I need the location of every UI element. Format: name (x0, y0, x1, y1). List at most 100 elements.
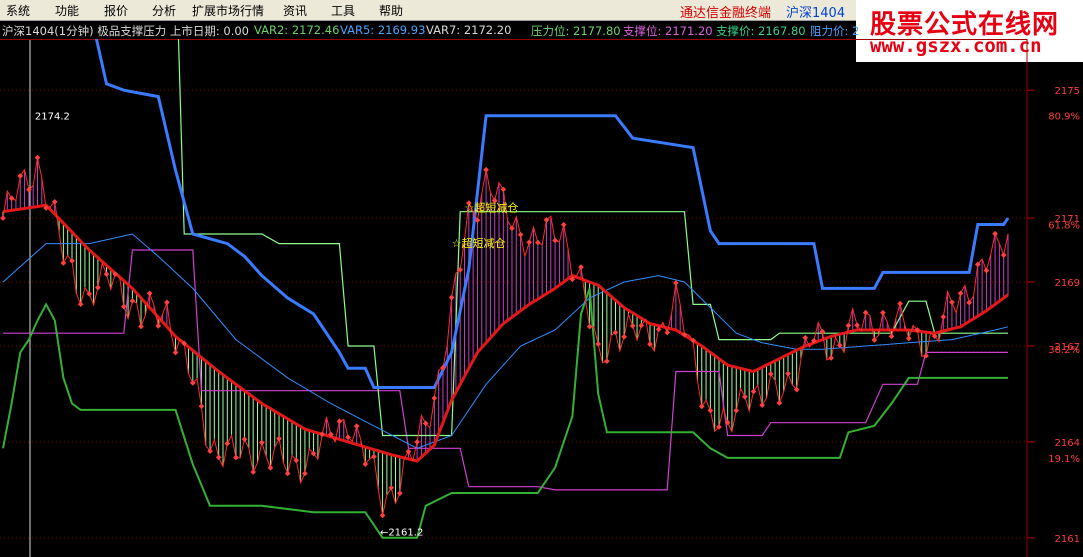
price-point (673, 280, 679, 286)
price-point (905, 335, 912, 342)
price-point (267, 464, 274, 471)
pressure-line (177, 39, 1008, 437)
menu-extended-market[interactable]: 扩展市场行情 (192, 2, 264, 19)
price-point (612, 329, 619, 336)
price-point (172, 349, 179, 356)
price-point (1000, 252, 1007, 258)
y-tick-label-0: 2175 (1055, 86, 1080, 97)
price-point (862, 309, 869, 316)
price-point (560, 221, 567, 228)
price-point (353, 423, 360, 430)
price-point (509, 225, 515, 232)
price-point (224, 440, 231, 447)
var7-readout: VAR7: 2172.20 (426, 23, 512, 37)
price-point (517, 231, 524, 238)
price-point (405, 448, 412, 455)
signal-label-0: ☆超短减仓 (465, 201, 519, 215)
price-point (138, 323, 144, 330)
price-point (215, 454, 222, 461)
price-point (604, 358, 610, 364)
pct-tick-label-3: 19.1% (1048, 454, 1080, 465)
price-point (233, 454, 239, 461)
y-tick-label-4: 2164 (1055, 438, 1080, 449)
price-point (880, 309, 886, 316)
price-point (500, 186, 507, 193)
menu-info[interactable]: 资讯 (283, 2, 307, 19)
price-point (336, 418, 343, 425)
var5-readout: VAR5: 2169.93 (340, 23, 426, 37)
price-point (146, 290, 153, 297)
var2-readout: VAR2: 2172.46 (254, 23, 340, 37)
support-line (3, 249, 1008, 491)
support-price-readout: 支撑价: 2167.80 (716, 24, 806, 38)
price-point (371, 453, 377, 460)
price-point (250, 469, 257, 475)
price-point (431, 395, 438, 402)
price-point (949, 299, 955, 306)
price-point (95, 284, 101, 291)
y-tick-label-5: 2161 (1055, 534, 1080, 545)
menu-help[interactable]: 帮助 (379, 2, 403, 19)
price-point (733, 407, 740, 414)
price-point (526, 239, 533, 246)
price-point (302, 470, 308, 477)
price-point (664, 329, 671, 336)
price-point (707, 407, 714, 414)
price-point (198, 403, 205, 410)
app-title: 通达信金融终端 (680, 6, 772, 21)
price-point (621, 333, 627, 340)
price-annotation-1: ←2161.2 (380, 527, 423, 538)
price-point (276, 435, 282, 442)
price-point (845, 322, 852, 329)
price-point (155, 323, 162, 329)
price-point (103, 271, 110, 277)
price-point (836, 342, 843, 349)
menu-analysis[interactable]: 分析 (152, 2, 176, 19)
indicator-info-bar: 沪深1404(1分钟) 极品支撑压力 上市日期: 0.00 VAR2: 2172… (0, 21, 860, 39)
price-point (129, 297, 136, 304)
app-code: 沪深1404 (786, 6, 846, 21)
menu-tools[interactable]: 工具 (331, 2, 355, 19)
price-point (966, 299, 973, 306)
y-tick-label-2: 2169 (1055, 278, 1080, 289)
price-point (34, 154, 41, 161)
price-point (448, 294, 455, 301)
pct-tick-label-0: 80.9% (1048, 112, 1080, 123)
price-point (957, 290, 964, 297)
price-point (483, 166, 489, 173)
price-point (629, 323, 636, 329)
price-point (940, 314, 947, 320)
price-point (828, 355, 834, 361)
signal-label-1: ☆超短减仓 (452, 236, 506, 250)
support-readout: 支撑位: 2171.20 (623, 24, 713, 38)
price-point (750, 388, 757, 395)
price-point (379, 512, 386, 519)
price-point (578, 264, 584, 270)
menu-system[interactable]: 系统 (6, 2, 30, 19)
price-point (785, 370, 791, 377)
price-point (767, 371, 774, 377)
price-point (388, 484, 395, 491)
price-point (0, 215, 6, 221)
price-point (983, 267, 990, 274)
menu-function[interactable]: 功能 (55, 2, 79, 19)
price-point (992, 230, 998, 237)
price-point (164, 299, 170, 306)
price-point (888, 333, 895, 340)
price-point (535, 239, 541, 246)
price-point (776, 400, 783, 406)
chart-title: 沪深1404(1分钟) 极品支撑压力 上市日期: 0.00 (2, 24, 250, 38)
pct-tick-label-2: 38.2% (1048, 345, 1080, 356)
price-chart[interactable]: 21752171216921672164216180.9%61.8%38.2%1… (0, 39, 1083, 557)
price-point (414, 439, 420, 445)
price-point (241, 436, 248, 443)
price-point (396, 490, 403, 497)
price-point (77, 301, 84, 308)
price-point (802, 334, 809, 341)
price-point (552, 237, 558, 244)
price-point (60, 260, 67, 266)
resist-price-readout: 阻力价: 2 (810, 24, 860, 38)
price-point (742, 393, 748, 400)
price-point (284, 470, 291, 477)
menu-quote[interactable]: 报价 (104, 2, 128, 19)
